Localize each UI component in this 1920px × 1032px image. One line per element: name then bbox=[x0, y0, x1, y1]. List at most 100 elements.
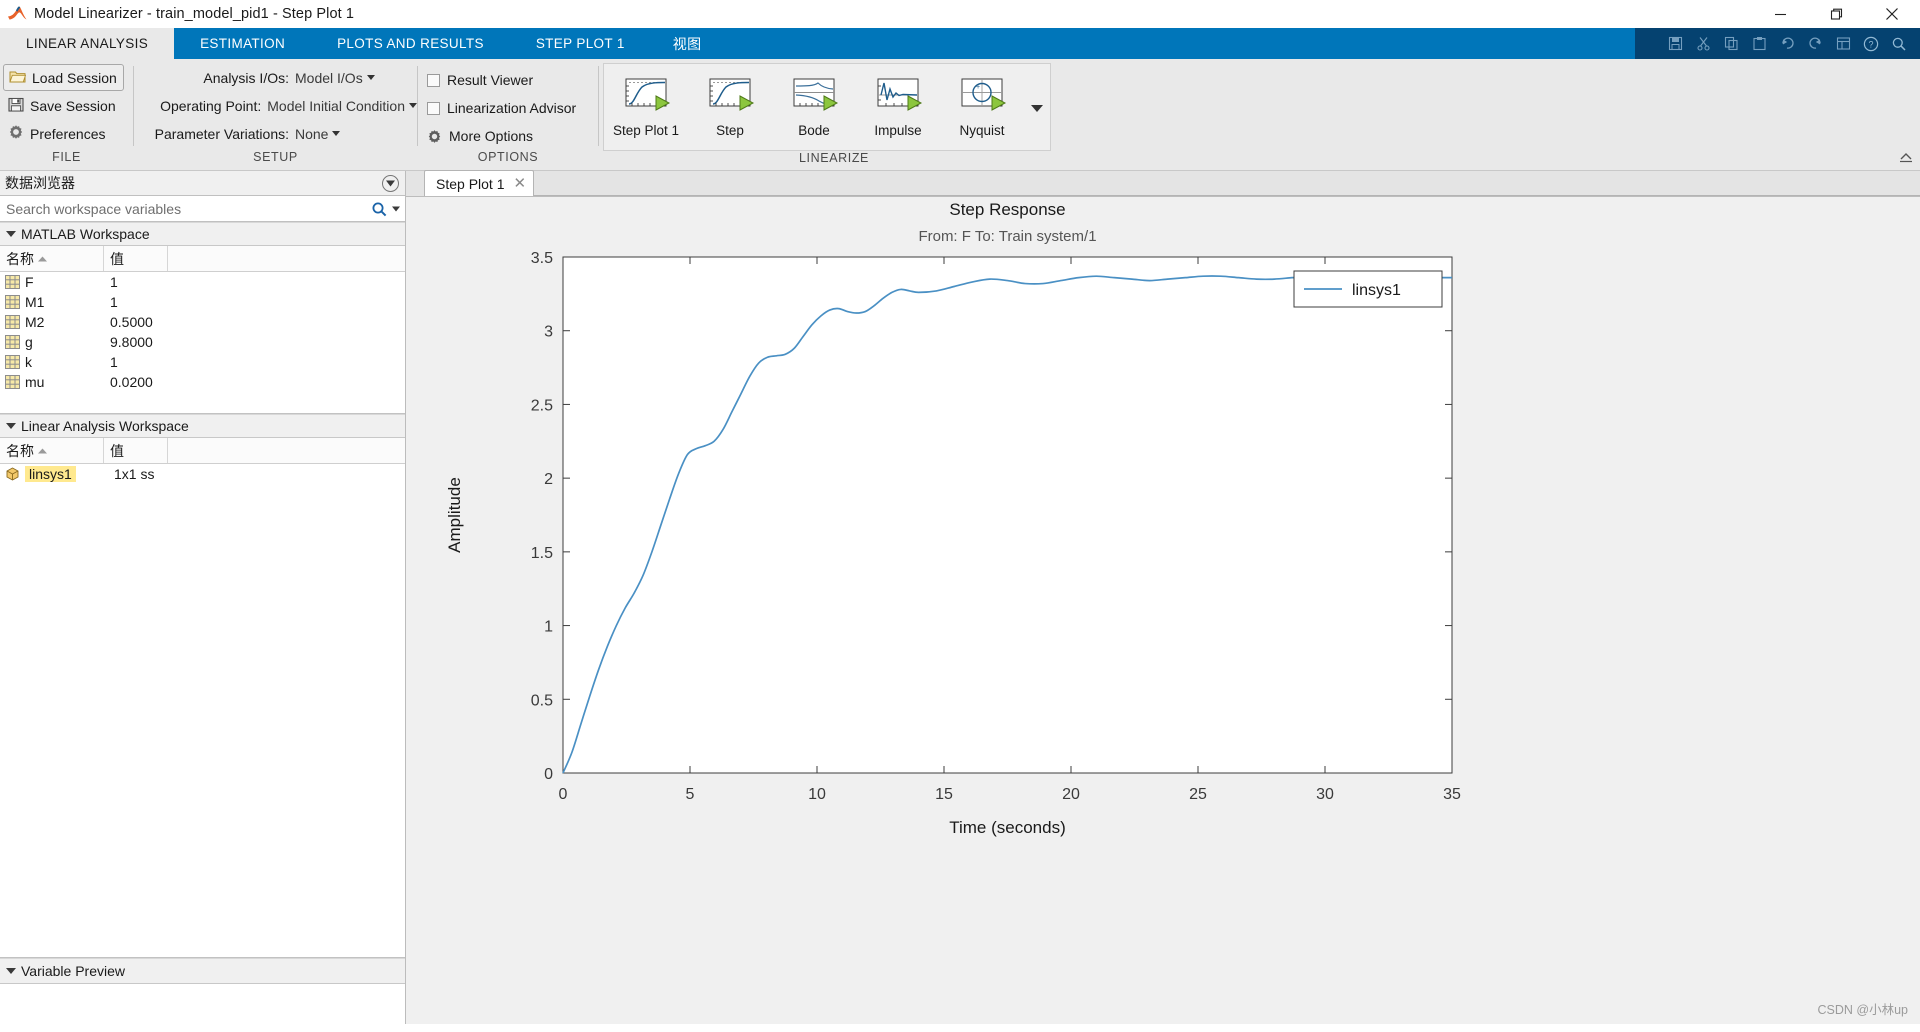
result-viewer-label: Result Viewer bbox=[447, 72, 534, 88]
svg-text:?: ? bbox=[1868, 39, 1873, 49]
save-session-button[interactable]: Save Session bbox=[3, 92, 124, 119]
search-icon[interactable] bbox=[371, 201, 388, 217]
tab-estimation[interactable]: ESTIMATION bbox=[174, 28, 311, 59]
y-tick-label: 3 bbox=[544, 324, 553, 341]
chart-subtitle: From: F To: Train system/1 bbox=[918, 228, 1096, 245]
tab-step-plot-1[interactable]: STEP PLOT 1 bbox=[510, 28, 651, 59]
search-icon[interactable] bbox=[1886, 32, 1912, 56]
document-tab-label: Step Plot 1 bbox=[436, 175, 505, 192]
column-header-name[interactable]: 名称 bbox=[0, 438, 104, 463]
layout-icon[interactable] bbox=[1830, 32, 1856, 56]
load-session-button[interactable]: Load Session bbox=[3, 64, 124, 91]
y-tick-label: 0 bbox=[544, 766, 553, 783]
window-controls bbox=[1752, 0, 1920, 28]
x-tick-label: 5 bbox=[686, 786, 695, 803]
column-header-name[interactable]: 名称 bbox=[0, 246, 104, 271]
linear-analysis-workspace-section-header[interactable]: Linear Analysis Workspace bbox=[0, 414, 405, 438]
tab-linear-analysis[interactable]: LINEAR ANALYSIS bbox=[0, 28, 175, 59]
paste-icon[interactable] bbox=[1746, 32, 1772, 56]
cut-icon[interactable] bbox=[1690, 32, 1716, 56]
table-row[interactable]: g 9.8000 bbox=[0, 332, 405, 352]
tab-label: 视图 bbox=[672, 35, 702, 52]
ribbon-group-setup: Analysis I/Os: Model I/Os Operating Poin… bbox=[134, 59, 417, 170]
variable-value: 0.5000 bbox=[110, 314, 153, 330]
ribbon-group-setup-label: SETUP bbox=[253, 150, 298, 164]
column-header-blank bbox=[168, 438, 405, 463]
analysis-ios-dropdown[interactable]: Model I/Os bbox=[295, 70, 375, 86]
linear-analysis-workspace-title: Linear Analysis Workspace bbox=[21, 418, 189, 434]
impulse-button[interactable]: Impulse bbox=[856, 64, 940, 138]
table-row[interactable]: F 1 bbox=[0, 272, 405, 292]
impulse-icon bbox=[870, 74, 926, 116]
document-tab-step-plot-1[interactable]: Step Plot 1 ✕ bbox=[424, 170, 535, 196]
step-plot-1-label: Step Plot 1 bbox=[612, 123, 680, 138]
tab-view[interactable]: 视图 bbox=[651, 28, 724, 59]
document-tabbar: Step Plot 1 ✕ bbox=[406, 170, 1920, 197]
help-icon[interactable]: ? bbox=[1858, 32, 1884, 56]
variable-preview-section-header[interactable]: Variable Preview bbox=[0, 958, 405, 984]
matlab-workspace-section-header[interactable]: MATLAB Workspace bbox=[0, 222, 405, 246]
bode-icon bbox=[786, 74, 842, 116]
gear-icon bbox=[8, 124, 24, 143]
column-header-value[interactable]: 值 bbox=[104, 246, 168, 271]
analysis-ios-row: Analysis I/Os: Model I/Os bbox=[140, 64, 417, 91]
restore-icon[interactable] bbox=[1808, 0, 1864, 28]
step-response-chart[interactable]: Step Response From: F To: Train system/1 0… bbox=[406, 197, 1920, 997]
chevron-down-icon bbox=[366, 75, 375, 80]
window-title: Model Linearizer - train_model_pid1 - St… bbox=[34, 6, 355, 22]
save-icon[interactable] bbox=[1662, 32, 1688, 56]
variable-value: 1 bbox=[110, 354, 118, 370]
search-input[interactable] bbox=[4, 199, 367, 218]
matrix-icon bbox=[5, 315, 20, 329]
redo-icon[interactable] bbox=[1802, 32, 1828, 56]
folder-open-icon bbox=[9, 69, 27, 87]
more-options-label: More Options bbox=[449, 128, 534, 144]
tab-plots-and-results[interactable]: PLOTS AND RESULTS bbox=[311, 28, 510, 59]
copy-icon[interactable] bbox=[1718, 32, 1744, 56]
operating-point-dropdown[interactable]: Model Initial Condition bbox=[267, 98, 417, 114]
table-row[interactable]: M1 1 bbox=[0, 292, 405, 312]
table-row[interactable]: k 1 bbox=[0, 352, 405, 372]
save-session-label: Save Session bbox=[30, 97, 116, 114]
parameter-variations-dropdown[interactable]: None bbox=[295, 126, 341, 142]
nyquist-button[interactable]: + Nyquist bbox=[940, 64, 1024, 138]
chevron-down-icon[interactable] bbox=[392, 206, 400, 212]
column-header-value[interactable]: 值 bbox=[104, 438, 168, 463]
close-icon[interactable]: ✕ bbox=[514, 176, 527, 191]
matlab-workspace-table: 名称 值 F 1 M1 1 M2 0.5000 g 9.8000 k 1 mu … bbox=[0, 246, 405, 414]
column-header-label: 值 bbox=[110, 250, 124, 267]
chevron-down-icon bbox=[6, 231, 16, 237]
linearization-advisor-checkbox[interactable]: Linearization Advisor bbox=[418, 94, 576, 122]
chevron-down-icon[interactable] bbox=[1024, 64, 1050, 152]
step-plot-1-button[interactable]: Step Plot 1 bbox=[604, 64, 688, 138]
step-plot-icon bbox=[618, 74, 674, 116]
table-row[interactable]: mu 0.0200 bbox=[0, 372, 405, 392]
result-viewer-checkbox[interactable]: Result Viewer bbox=[418, 66, 576, 94]
load-session-label: Load Session bbox=[32, 69, 117, 86]
chart-title: Step Response bbox=[949, 200, 1065, 219]
matlab-logo-icon bbox=[7, 5, 29, 23]
floppy-disk-icon bbox=[8, 97, 24, 115]
undo-icon[interactable] bbox=[1774, 32, 1800, 56]
table-row[interactable]: linsys1 1x1 ss bbox=[0, 464, 405, 484]
data-browser-panel: 数据浏览器 MATLAB Workspace 名称 bbox=[0, 171, 406, 1024]
tabstrip-filler bbox=[723, 28, 1635, 59]
close-icon[interactable] bbox=[1864, 0, 1920, 28]
variable-value: 1 bbox=[110, 294, 118, 310]
step-button[interactable]: Step bbox=[688, 64, 772, 138]
column-header-label: 值 bbox=[110, 442, 124, 459]
parameter-variations-label: Parameter Variations: bbox=[154, 125, 289, 142]
minimize-icon[interactable] bbox=[1752, 0, 1808, 28]
checkbox-icon bbox=[427, 101, 440, 115]
y-tick-label: 3.5 bbox=[531, 250, 553, 267]
document-tabbar-filler bbox=[534, 171, 1920, 196]
preferences-button[interactable]: Preferences bbox=[3, 120, 124, 147]
table-row[interactable]: M2 0.5000 bbox=[0, 312, 405, 332]
more-options-button[interactable]: More Options bbox=[418, 122, 576, 150]
column-header-label: 名称 bbox=[6, 442, 34, 459]
bode-button[interactable]: Bode bbox=[772, 64, 856, 138]
search-workspace-bar bbox=[0, 196, 405, 222]
collapse-ribbon-icon[interactable] bbox=[1898, 150, 1914, 168]
browser-options-icon[interactable] bbox=[382, 174, 399, 192]
variable-value: 1 bbox=[110, 274, 118, 290]
